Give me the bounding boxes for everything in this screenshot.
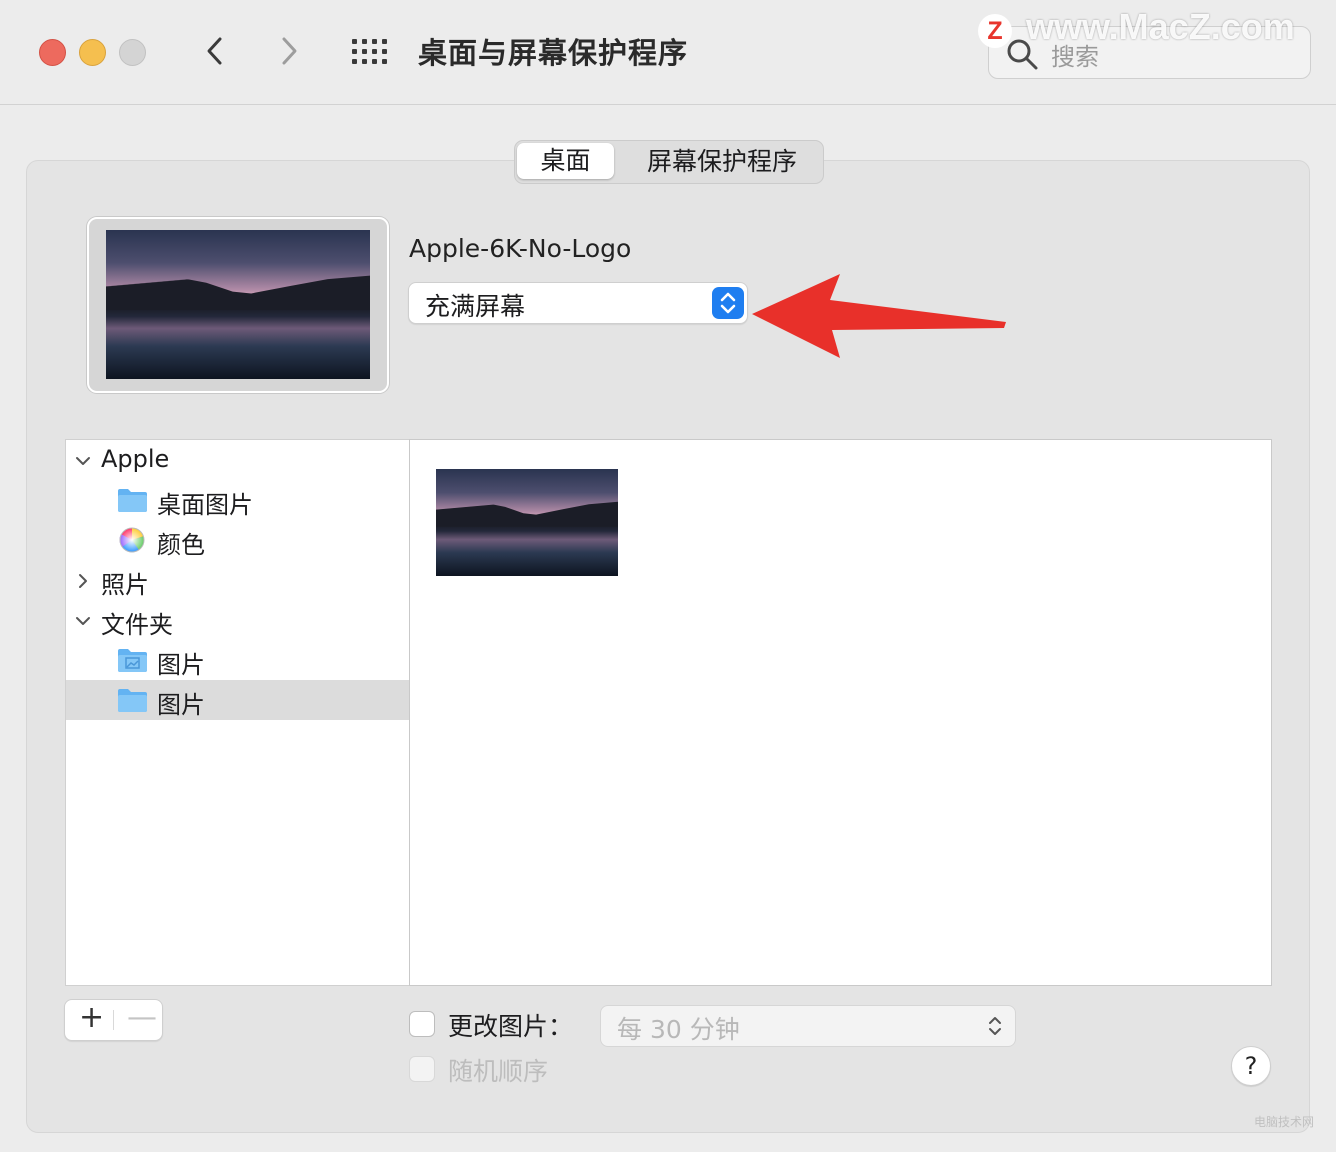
source-item-pictures-selected[interactable]: 图片: [66, 680, 409, 720]
add-button[interactable]: +: [79, 1000, 104, 1035]
change-interval-value: 每 30 分钟: [617, 1015, 740, 1044]
change-picture-label: 更改图片：: [448, 1012, 574, 1041]
divider: [113, 1010, 114, 1030]
chevron-right-icon: [79, 574, 87, 588]
grid-icon: [352, 39, 387, 64]
wallpaper-thumbnail[interactable]: [436, 469, 618, 576]
add-remove-control: + —: [64, 999, 163, 1041]
source-group-label: 文件夹: [101, 611, 173, 639]
watermark-logo: Z: [978, 14, 1012, 48]
wallpaper-name: Apple-6K-No-Logo: [409, 234, 632, 263]
source-group-folders[interactable]: 文件夹: [66, 600, 409, 640]
tab-desktop[interactable]: 桌面: [517, 143, 614, 179]
source-group-label: 照片: [101, 571, 149, 599]
watermark-text: www.MacZ.com: [1026, 6, 1295, 47]
help-button[interactable]: ?: [1231, 1046, 1271, 1086]
folder-icon: [118, 689, 147, 712]
wallpaper-preview: [87, 217, 389, 393]
source-group-apple[interactable]: Apple: [66, 440, 409, 480]
fit-mode-select[interactable]: 充满屏幕: [408, 282, 748, 324]
source-group-photos[interactable]: 照片: [66, 560, 409, 600]
tab-screensaver[interactable]: 屏幕保护程序: [627, 141, 817, 183]
title-bar: 桌面与屏幕保护程序 搜索 Z www.MacZ.com: [0, 0, 1336, 105]
source-list[interactable]: Apple 桌面图片 颜色 照片 文件夹 图片 图片: [65, 439, 411, 986]
source-item-colors[interactable]: 颜色: [66, 520, 409, 560]
source-item-label: 桌面图片: [157, 491, 253, 519]
popup-stepper-icon: [712, 287, 744, 319]
source-item-label: 图片: [157, 691, 205, 719]
source-group-label: Apple: [101, 445, 170, 473]
annotation-arrow-icon: [752, 274, 1006, 358]
random-order-checkbox[interactable]: [409, 1056, 435, 1082]
wallpaper-preview-image: [106, 230, 370, 379]
close-button[interactable]: [39, 39, 66, 66]
pictures-folder-icon: [118, 649, 147, 672]
chevron-right-icon: [282, 37, 297, 65]
source-item-desktop-pictures[interactable]: 桌面图片: [66, 480, 409, 520]
fit-mode-value: 充满屏幕: [425, 292, 526, 321]
remove-button[interactable]: —: [127, 1000, 157, 1035]
change-interval-select[interactable]: 每 30 分钟: [600, 1005, 1016, 1047]
change-picture-checkbox[interactable]: [409, 1011, 435, 1037]
corner-watermark: 电脑技术网: [1254, 1115, 1315, 1129]
folder-icon: [118, 489, 147, 512]
source-item-label: 颜色: [157, 531, 205, 559]
minimize-button[interactable]: [79, 39, 106, 66]
source-item-label: 图片: [157, 651, 205, 679]
window-title: 桌面与屏幕保护程序: [418, 36, 689, 70]
chevron-left-icon: [207, 37, 222, 65]
chevron-down-icon: [76, 617, 90, 625]
zoom-button[interactable]: [119, 39, 146, 66]
show-all-button[interactable]: [351, 38, 389, 66]
wallpaper-grid[interactable]: [409, 439, 1272, 986]
forward-button[interactable]: [274, 34, 304, 68]
color-wheel-icon: [119, 527, 145, 553]
updown-chevron-icon: [989, 1017, 1001, 1035]
random-order-label: 随机顺序: [448, 1057, 549, 1086]
source-item-pictures-folder[interactable]: 图片: [66, 640, 409, 680]
tab-bar: 桌面 屏幕保护程序: [514, 140, 824, 184]
back-button[interactable]: [200, 34, 230, 68]
chevron-down-icon: [76, 457, 90, 465]
